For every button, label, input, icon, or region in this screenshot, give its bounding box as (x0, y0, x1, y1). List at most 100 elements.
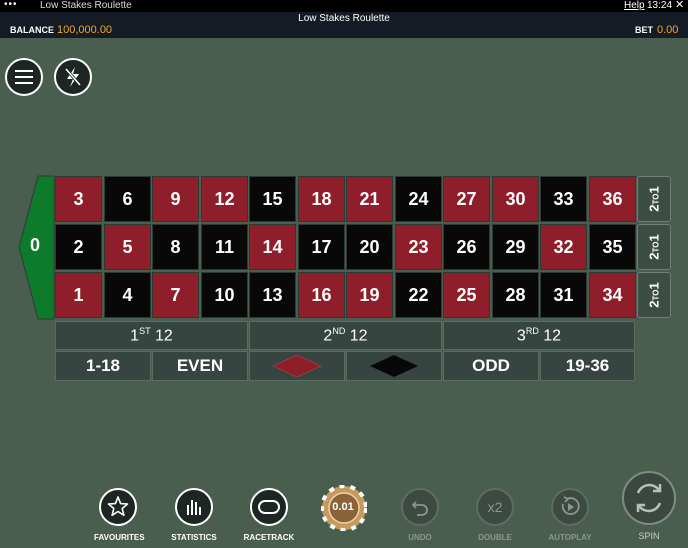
even-bet-label: EVEN (176, 356, 224, 375)
close-icon[interactable]: ✕ (675, 0, 684, 11)
dozen-1-label: 1ST 12 (130, 325, 173, 345)
number-cell[interactable]: 12 (201, 176, 248, 222)
dozen-2-label: 2ND 12 (323, 325, 368, 345)
double-icon: x2 (487, 499, 503, 515)
turbo-button[interactable] (54, 58, 92, 96)
bet-label: BET (635, 25, 653, 35)
menu-button[interactable] (5, 58, 43, 96)
number-cell[interactable]: 13 (249, 272, 296, 318)
double-button[interactable]: x2 DOUBLE (473, 488, 517, 542)
balance-label: BALANCE (10, 25, 54, 35)
statistics-circle (175, 488, 213, 526)
turbo-off-icon (64, 67, 82, 87)
low-bet-label: 1-18 (85, 356, 121, 375)
zero-bet[interactable]: 0 (18, 175, 55, 320)
number-cell[interactable]: 16 (298, 272, 345, 318)
odd-bet[interactable]: ODD (443, 351, 539, 381)
undo-circle (401, 488, 439, 526)
clock: 13:24 (647, 0, 673, 11)
autoplay-label: AUTOPLAY (548, 533, 592, 542)
column-bet-bottom[interactable]: 2TO1 (637, 272, 671, 318)
red-bet[interactable] (249, 351, 345, 381)
autoplay-button[interactable]: AUTOPLAY (547, 488, 593, 542)
number-cell[interactable]: 6 (104, 176, 151, 222)
number-cell[interactable]: 11 (201, 224, 248, 270)
black-diamond-icon (370, 355, 418, 377)
number-cell[interactable]: 26 (443, 224, 490, 270)
column-bet-middle[interactable]: 2TO1 (637, 224, 671, 270)
number-cell[interactable]: 2 (55, 224, 102, 270)
favourites-button[interactable]: FAVOURITES (94, 488, 145, 542)
statistics-icon (187, 500, 201, 515)
dozen-1-bet[interactable]: 1ST 12 (55, 321, 248, 350)
number-cell[interactable]: 10 (201, 272, 248, 318)
autoplay-icon (561, 496, 580, 515)
help-link[interactable]: Help (624, 0, 645, 12)
statistics-label: STATISTICS (171, 533, 217, 542)
racetrack-button[interactable]: RACETRACK (243, 488, 295, 542)
number-cell[interactable]: 27 (443, 176, 490, 222)
number-cell[interactable]: 28 (492, 272, 539, 318)
number-cell[interactable]: 4 (104, 272, 151, 318)
number-cell[interactable]: 25 (443, 272, 490, 318)
low-bet[interactable]: 1-18 (55, 351, 151, 381)
bet-value: 0.00 (657, 24, 679, 36)
spin-label: SPIN (638, 531, 660, 541)
game-header: Low Stakes Roulette BALANCE 100,000.00 B… (0, 12, 688, 38)
double-label: DOUBLE (478, 533, 512, 542)
number-cell[interactable]: 31 (540, 272, 587, 318)
number-cell[interactable]: 32 (540, 224, 587, 270)
number-cell[interactable]: 30 (492, 176, 539, 222)
number-cell[interactable]: 33 (540, 176, 587, 222)
number-cell[interactable]: 15 (249, 176, 296, 222)
racetrack-icon (258, 500, 280, 514)
high-bet[interactable]: 19-36 (540, 351, 635, 381)
chip-value: 0.01 (332, 501, 354, 513)
number-cell[interactable]: 35 (589, 224, 636, 270)
number-cell[interactable]: 21 (346, 176, 393, 222)
dozen-3-label: 3RD 12 (516, 325, 562, 345)
hamburger-icon (15, 70, 33, 84)
number-cell[interactable]: 9 (152, 176, 199, 222)
number-cell[interactable]: 14 (249, 224, 296, 270)
spin-icon (636, 483, 662, 513)
app-name: Low Stakes Roulette (40, 0, 132, 11)
number-cell[interactable]: 8 (152, 224, 199, 270)
favourites-circle (99, 488, 137, 526)
game-title: Low Stakes Roulette (298, 13, 390, 24)
number-cell[interactable]: 36 (589, 176, 636, 222)
racetrack-label: RACETRACK (243, 533, 295, 542)
even-bet[interactable]: EVEN (152, 351, 248, 381)
black-bet[interactable] (346, 351, 442, 381)
undo-button[interactable]: UNDO (399, 488, 441, 542)
number-cell[interactable]: 18 (298, 176, 345, 222)
spin-button[interactable] (622, 471, 676, 525)
undo-icon (411, 501, 428, 516)
column-bet-top[interactable]: 2TO1 (637, 176, 671, 222)
autoplay-circle (551, 488, 589, 526)
undo-label: UNDO (408, 533, 432, 542)
number-cell[interactable]: 22 (395, 272, 442, 318)
balance-value: 100,000.00 (57, 24, 113, 36)
high-bet-label: 19-36 (565, 356, 610, 375)
number-cell[interactable]: 17 (298, 224, 345, 270)
window-menu-icon[interactable]: ••• (4, 0, 18, 11)
dozen-2-bet[interactable]: 2ND 12 (249, 321, 442, 350)
number-cell[interactable]: 20 (346, 224, 393, 270)
odd-bet-label: ODD (472, 356, 510, 375)
dozen-3-bet[interactable]: 3RD 12 (443, 321, 635, 350)
number-cell[interactable]: 1 (55, 272, 102, 318)
zero-label: 0 (30, 235, 41, 255)
number-cell[interactable]: 19 (346, 272, 393, 318)
number-cell[interactable]: 7 (152, 272, 199, 318)
number-cell[interactable]: 34 (589, 272, 636, 318)
red-diamond-icon (272, 354, 322, 378)
chip-selector[interactable]: 0.01 (320, 484, 368, 533)
number-cell[interactable]: 5 (104, 224, 151, 270)
number-cell[interactable]: 24 (395, 176, 442, 222)
number-cell[interactable]: 29 (492, 224, 539, 270)
system-bar: ••• Low Stakes Roulette Help 13:24 ✕ (0, 0, 688, 12)
statistics-button[interactable]: STATISTICS (168, 488, 220, 542)
number-cell[interactable]: 23 (395, 224, 442, 270)
number-cell[interactable]: 3 (55, 176, 102, 222)
